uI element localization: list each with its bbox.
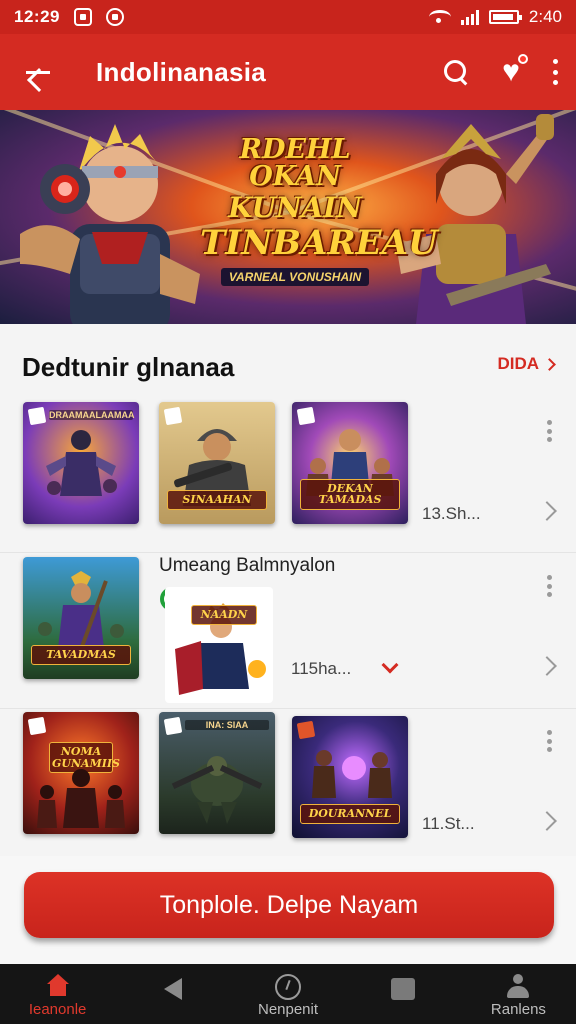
more-options-icon[interactable] xyxy=(546,730,552,752)
badge-icon xyxy=(296,406,316,426)
badge-icon xyxy=(163,716,183,736)
badge-icon xyxy=(27,406,47,426)
row-count: 13.Sh... xyxy=(422,504,481,523)
thumb-label: SINAAHAN xyxy=(167,490,267,510)
hero-banner[interactable]: RDEHL OKAN KUNAIN TINBAREAU VARNEAL VONU… xyxy=(0,110,576,324)
status-bar: 12:29 2:40 xyxy=(0,0,576,34)
person-icon xyxy=(505,974,531,998)
battery-icon xyxy=(488,10,522,24)
row-title: Umeang Balmnyalon xyxy=(159,555,336,576)
thumb-label: DEKAN TAMADAS xyxy=(300,478,400,510)
square-icon xyxy=(391,978,416,1000)
chevron-right-icon[interactable] xyxy=(537,501,557,521)
nav-label: Ranlens xyxy=(490,1001,546,1018)
chevron-right-icon[interactable] xyxy=(537,811,557,831)
game-thumbnail[interactable]: NOMA GUNAMIIS xyxy=(23,712,139,834)
thumb-label: TAVADMAS xyxy=(31,645,131,665)
game-row: NOMA GUNAMIIS INA: SIAA DOURANNEL 11.St.… xyxy=(0,710,576,860)
chevron-right-icon xyxy=(543,357,556,371)
row-count: 115ha... xyxy=(291,659,352,678)
nav-label: Nenpenit xyxy=(257,1001,319,1018)
warrior-group-figure xyxy=(37,769,125,828)
game-thumbnail[interactable]: DRAAMAALAAMAA xyxy=(23,402,139,524)
chevron-down-icon[interactable] xyxy=(381,656,399,674)
status-right: 2:40 xyxy=(428,7,562,27)
badge-icon xyxy=(296,720,316,740)
nav-item-explore[interactable]: Nenpenit xyxy=(230,964,345,1024)
nav-label: Ieanonle xyxy=(28,1001,87,1018)
game-row: DRAAMAALAAMAA SINAAHAN DEKAN TAMADAS 13.… xyxy=(0,400,576,550)
banner-line-1: RDEHL OKAN xyxy=(239,134,351,192)
section-title: Dedtunir glnanaa xyxy=(22,352,235,382)
divider xyxy=(0,708,576,709)
row-count: 11.St... xyxy=(422,814,475,833)
signal-icon xyxy=(460,9,479,25)
thumb-top-label: INA: SIAA xyxy=(185,720,269,730)
hero-warrior-right xyxy=(396,114,554,324)
banner-line-2: KUNAIN xyxy=(228,191,362,224)
nav-item-recents[interactable] xyxy=(346,964,461,1024)
notification-icon xyxy=(73,8,92,26)
nav-item-back[interactable] xyxy=(115,964,230,1024)
game-list-section: Dedtunir glnanaa DIDA DRAAMAALAAMAA SINA… xyxy=(0,324,576,856)
warrior-figure xyxy=(46,430,117,496)
banner-line-3: TINBAREAU xyxy=(200,223,438,263)
status-time: 12:29 xyxy=(14,7,60,26)
more-vert-icon[interactable] xyxy=(552,59,558,85)
heart-icon[interactable]: ♥ xyxy=(496,54,528,87)
app-bar-actions: ♥ xyxy=(442,54,558,87)
game-thumbnail[interactable]: DEKAN TAMADAS xyxy=(292,402,408,524)
badge-icon xyxy=(27,716,47,736)
status-clock: 2:40 xyxy=(528,7,562,26)
app-bar: Indolinanasia ♥ xyxy=(0,34,576,110)
game-thumbnail[interactable]: TAVADMAS xyxy=(23,557,139,679)
notification-dot xyxy=(518,54,528,64)
thumb-label: NAADN xyxy=(191,605,257,625)
app-title: Indolinanasia xyxy=(96,56,267,87)
home-icon xyxy=(45,974,71,996)
back-arrow-icon[interactable] xyxy=(18,52,58,92)
app-notification-icon xyxy=(105,8,124,26)
battle-figure xyxy=(312,750,392,798)
bottom-navigation: Ieanonle Nenpenit Ranlens xyxy=(0,964,576,1024)
game-thumbnail[interactable]: DOURANNEL xyxy=(292,716,408,838)
banner-headline: RDEHL OKAN KUNAIN TINBAREAU VARNEAL VONU… xyxy=(200,134,438,286)
more-options-icon[interactable] xyxy=(546,575,552,597)
game-row: TAVADMAS Umeang Balmnyalon NAADN 115ha..… xyxy=(0,555,576,705)
chevron-right-icon[interactable] xyxy=(537,656,557,676)
thumb-label: DOURANNEL xyxy=(300,804,400,824)
app-screen: 12:29 2:40 Indolinanasia ♥ RDEHL OKAN KU… xyxy=(0,0,576,1024)
search-icon[interactable] xyxy=(442,58,470,86)
hero-warrior-left xyxy=(20,124,200,324)
back-icon xyxy=(163,978,182,1000)
game-thumbnail[interactable]: INA: SIAA xyxy=(159,712,275,834)
thumb-top-label: DRAAMAALAAMAA xyxy=(49,410,135,420)
cta-area: Tonplole. Delpe Nayam xyxy=(0,856,576,964)
banner-subtitle: VARNEAL VONUSHAIN xyxy=(220,268,370,286)
game-thumbnail[interactable]: SINAAHAN xyxy=(159,402,275,524)
more-options-icon[interactable] xyxy=(546,420,552,442)
nav-item-home[interactable]: Ieanonle xyxy=(0,964,115,1024)
see-all-label: DIDA xyxy=(497,354,539,373)
primary-cta-button[interactable]: Tonplole. Delpe Nayam xyxy=(24,872,554,938)
wifi-icon xyxy=(428,10,451,24)
compass-icon xyxy=(275,974,301,1000)
monster-figure xyxy=(171,756,263,824)
nav-item-profile[interactable]: Ranlens xyxy=(461,964,576,1024)
game-thumbnail[interactable]: NAADN xyxy=(165,587,273,703)
see-all-link[interactable]: DIDA xyxy=(497,354,556,374)
divider xyxy=(0,552,576,553)
